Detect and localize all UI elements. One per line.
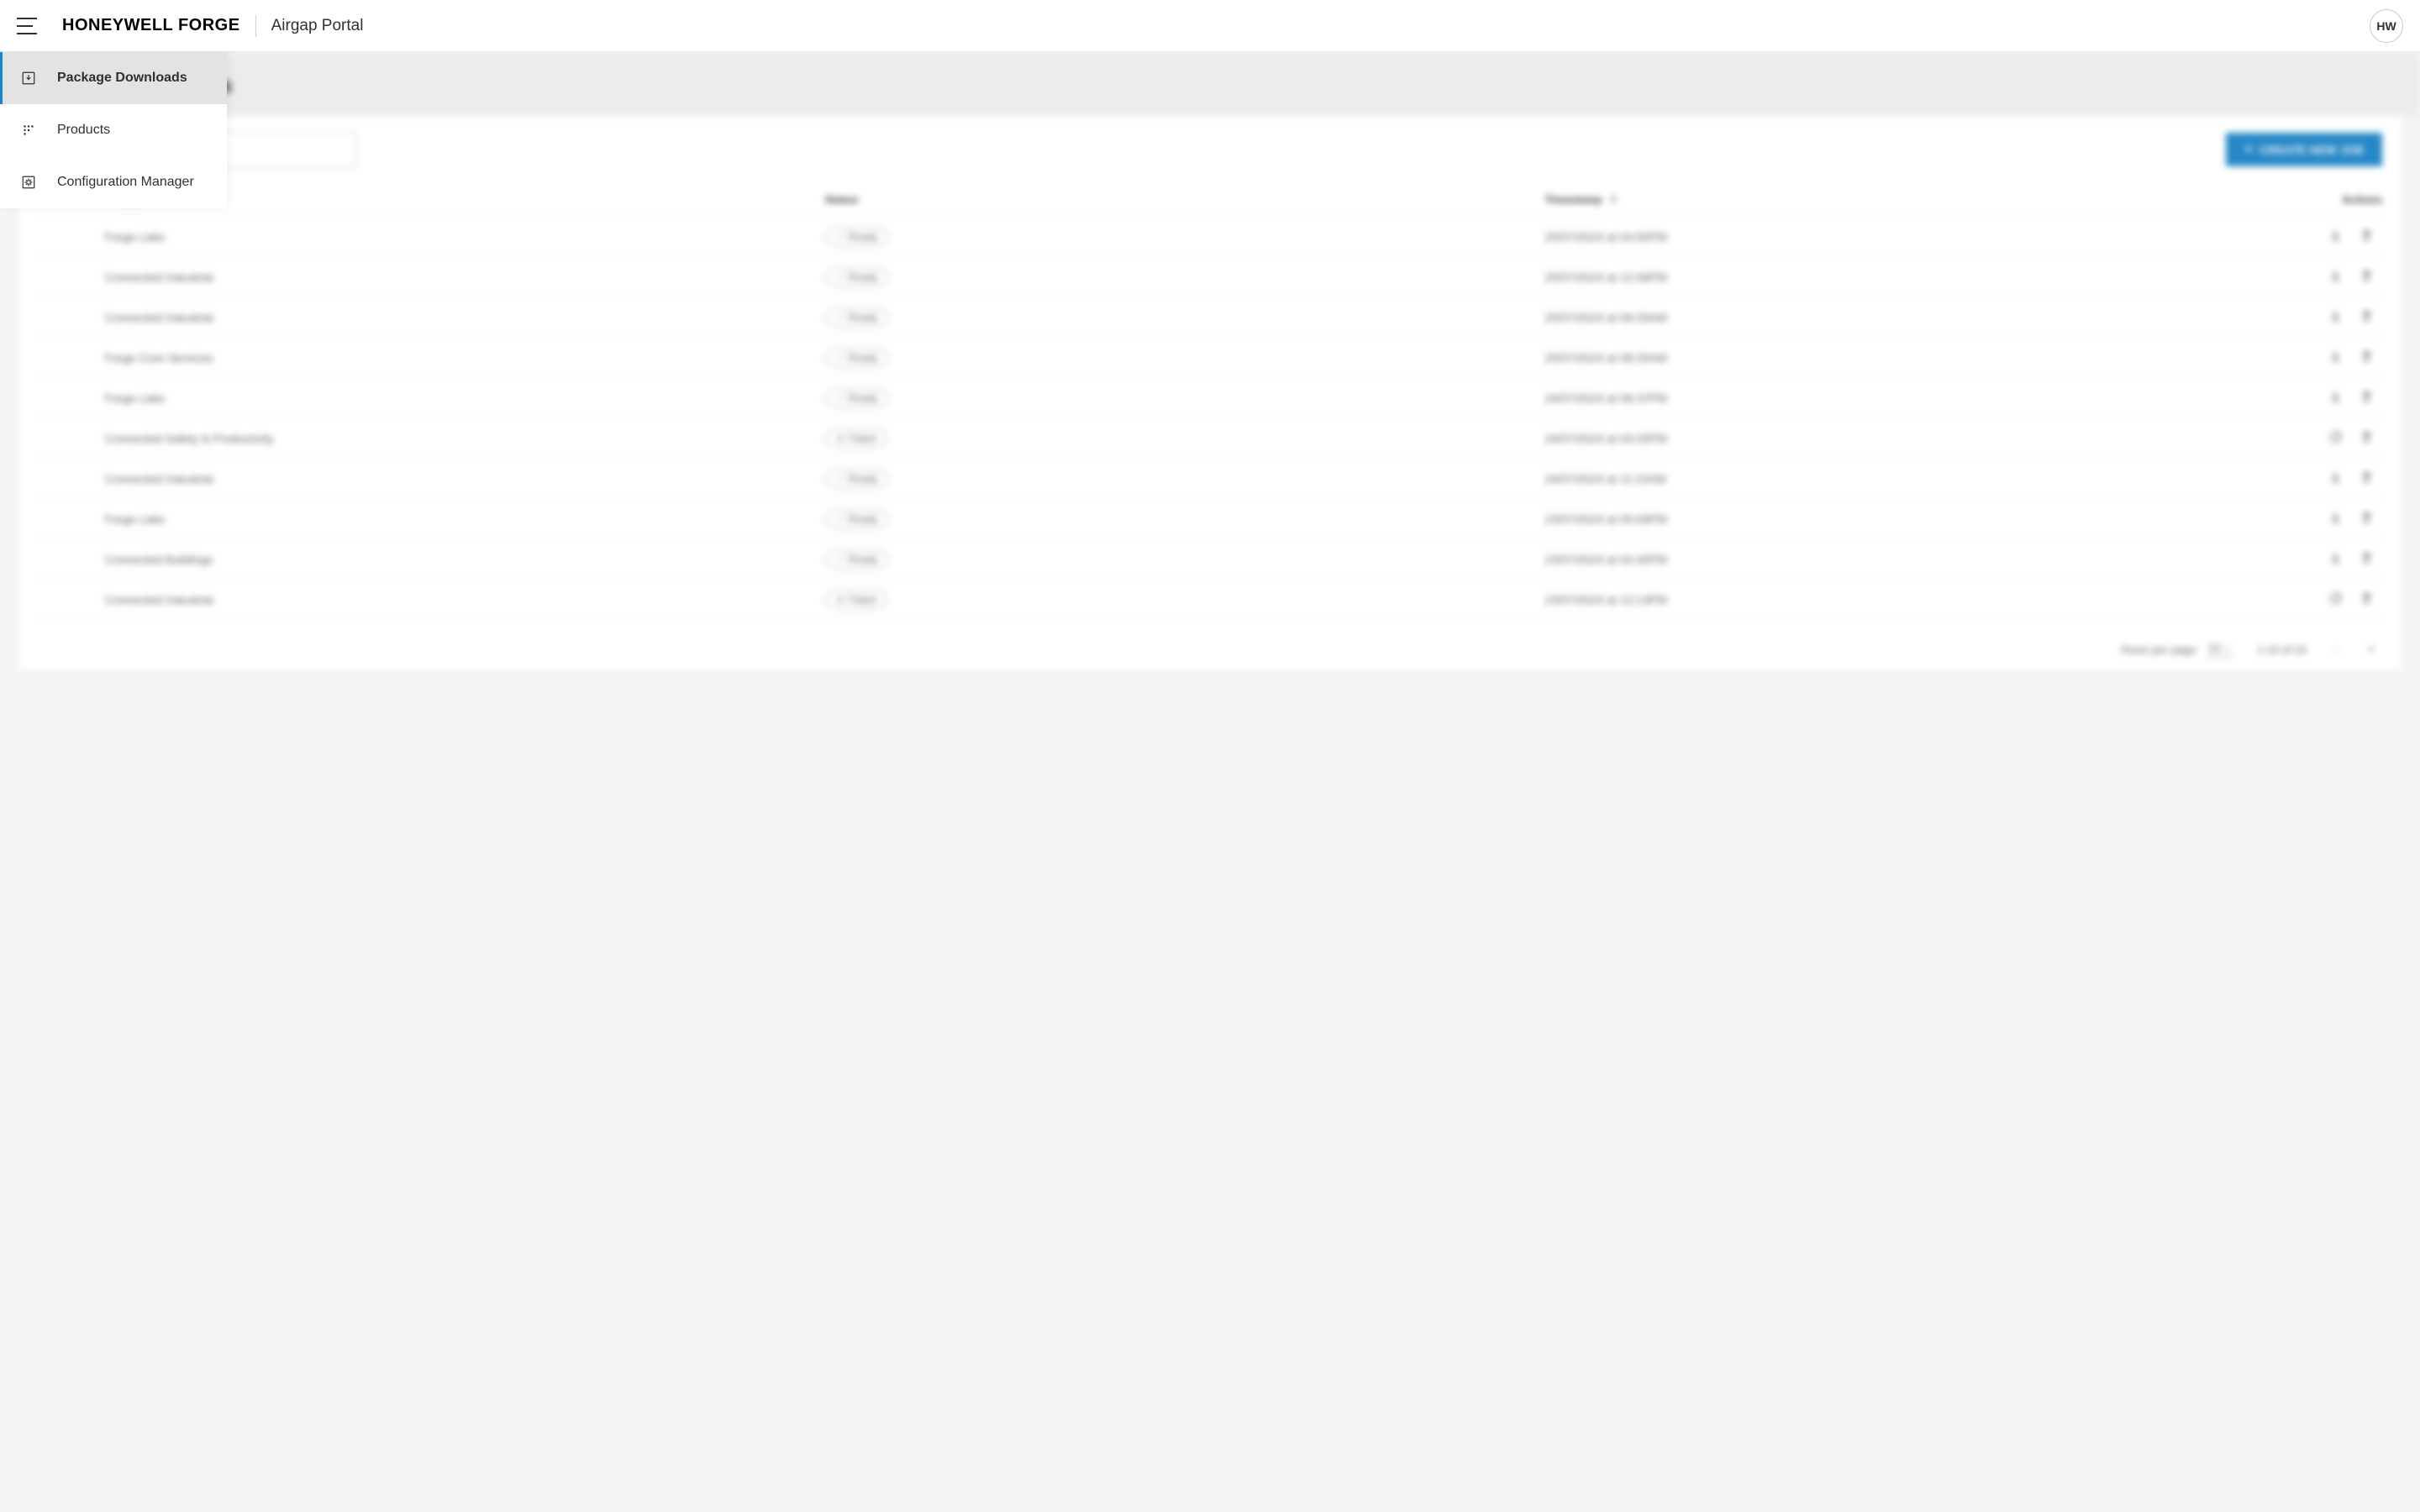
table-row: Connected Safety & ProductivityFailed 24/… [38,418,2382,459]
app-title: Airgap Portal [271,17,364,35]
status-badge: Ready [825,470,889,488]
brand-divider [255,15,256,37]
download-box-icon [20,70,37,87]
cell-timestamp: 24/07/2024 at 06:37PM [1544,391,2265,405]
download-icon[interactable] [2328,309,2343,326]
delete-icon[interactable] [2360,309,2374,326]
arrow-up-icon [1607,194,1619,206]
download-icon[interactable] [2328,349,2343,366]
plus-icon: + [2244,143,2253,156]
delete-icon[interactable] [2360,269,2374,286]
background-content: Package Downloals + CREATE NEW JOB Produ… [0,52,2420,1512]
cell-timestamp: 24/07/2024 at 03:25PM [1544,432,2265,445]
status-badge: Ready [825,308,889,327]
sidebar: Package Downloads Products Configuration… [0,52,227,208]
status-badge: Ready [825,510,889,528]
prev-page-icon[interactable] [2330,643,2342,655]
brand-logo: HONEYWELL FORGE [62,16,240,35]
table-row: Connected IndustrialReady 25/07/2024 at 0… [38,297,2382,338]
avatar[interactable]: HW [2370,9,2403,43]
cell-product: Forge Labs [105,512,825,526]
cell-product: Connected Industrial [105,270,825,284]
download-icon[interactable] [2328,228,2343,245]
cell-timestamp: 23/07/2024 at 02:45PM [1544,553,2265,566]
next-page-icon[interactable] [2365,643,2377,655]
status-badge: Failed [825,429,887,448]
create-button-label: CREATE NEW JOB [2260,144,2364,156]
top-bar: HONEYWELL FORGE Airgap Portal HW [0,0,2420,52]
gear-box-icon [20,174,37,191]
delete-icon[interactable] [2360,551,2374,568]
table-row: Connected IndustrialFailed 23/07/2024 at … [38,580,2382,620]
table-row: Connected IndustrialReady 24/07/2024 at 1… [38,459,2382,499]
delete-icon[interactable] [2360,430,2374,447]
download-icon[interactable] [2328,470,2343,487]
retry-icon[interactable] [2328,591,2343,608]
cell-product: Connected Safety & Productivity [105,432,825,445]
col-actions: Actions [2265,193,2382,206]
delete-icon[interactable] [2360,591,2374,608]
table-row: Forge LabsReady 23/07/2024 at 05:09PM [38,499,2382,539]
delete-icon[interactable] [2360,390,2374,407]
retry-icon[interactable] [2328,430,2343,447]
sidebar-item-label: Products [57,123,110,138]
cell-product: Connected Industrial [105,472,825,486]
page-title: Package Downloals [29,72,2391,98]
cell-timestamp: 24/07/2024 at 11:15AM [1544,472,2265,486]
table-header: Product Status Timestamp Actions [38,183,2382,217]
status-badge: Ready [825,228,889,246]
sidebar-item-products[interactable]: Products [0,104,227,156]
rows-per-page-label: Rows per page: [2122,643,2198,656]
cell-product: Forge Core Services [105,351,825,365]
delete-icon[interactable] [2360,470,2374,487]
delete-icon[interactable] [2360,228,2374,245]
col-timestamp[interactable]: Timestamp [1544,193,2265,206]
cell-timestamp: 23/07/2024 at 12:13PM [1544,593,2265,606]
cell-timestamp: 25/07/2024 at 08:25AM [1544,351,2265,365]
col-status: Status [825,193,1545,206]
download-icon[interactable] [2328,390,2343,407]
sidebar-item-package-downloads[interactable]: Package Downloads [0,52,227,104]
menu-icon[interactable] [17,18,37,34]
table-row: Forge Core ServicesReady 25/07/2024 at 08… [38,338,2382,378]
pagination: Rows per page: 10 1-10 of 24 [18,628,2402,670]
rows-per-page-select[interactable]: 10 [2207,642,2233,657]
caret-down-icon [2223,644,2232,653]
download-icon[interactable] [2328,269,2343,286]
status-badge: Ready [825,389,889,407]
create-new-job-button[interactable]: + CREATE NEW JOB [2226,133,2382,166]
cell-product: Connected Industrial [105,311,825,324]
table-row: Forge LabsReady 24/07/2024 at 06:37PM [38,378,2382,418]
status-badge: Failed [825,591,887,609]
cell-product: Forge Labs [105,391,825,405]
cell-timestamp: 25/07/2024 at 12:56PM [1544,270,2265,284]
pagination-range: 1-10 of 24 [2257,643,2307,656]
cell-timestamp: 23/07/2024 at 05:09PM [1544,512,2265,526]
cell-timestamp: 25/07/2024 at 09:29AM [1544,311,2265,324]
status-badge: Ready [825,550,889,569]
cell-product: Forge Labs [105,230,825,244]
delete-icon[interactable] [2360,511,2374,528]
table-row: Connected IndustrialReady 25/07/2024 at 1… [38,257,2382,297]
grid-icon [20,122,37,139]
download-icon[interactable] [2328,551,2343,568]
status-badge: Ready [825,349,889,367]
cell-timestamp: 25/07/2024 at 04:50PM [1544,230,2265,244]
cell-product: Connected Buildings [105,553,825,566]
table-row: Connected BuildingsReady 23/07/2024 at 02… [38,539,2382,580]
cell-product: Connected Industrial [105,593,825,606]
sidebar-item-label: Package Downloads [57,71,187,86]
table-row: Forge LabsReady 25/07/2024 at 04:50PM [38,217,2382,257]
sidebar-item-configuration-manager[interactable]: Configuration Manager [0,156,227,208]
status-badge: Ready [825,268,889,286]
download-icon[interactable] [2328,511,2343,528]
delete-icon[interactable] [2360,349,2374,366]
sidebar-item-label: Configuration Manager [57,175,194,190]
